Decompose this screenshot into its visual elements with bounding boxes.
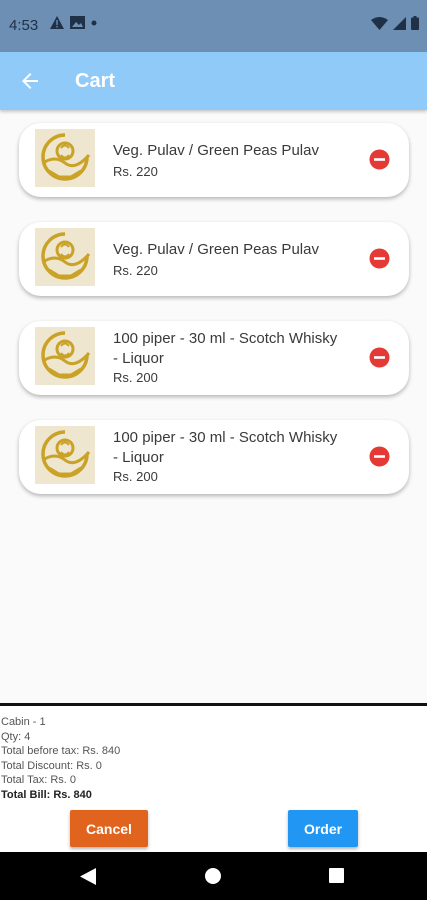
item-name: Veg. Pulav / Green Peas Pulav [113, 241, 319, 258]
item-name: 100 piper - 30 ml - Scotch Whisky - Liqu… [113, 330, 338, 367]
summary-total-bill: Total Bill: Rs. 840 [1, 788, 92, 801]
image-icon [70, 16, 85, 29]
battery-icon [411, 16, 419, 30]
cart-item[interactable]: Veg. Pulav / Green Peas Pulav Rs. 220 [19, 222, 409, 296]
status-system-icons [371, 16, 419, 30]
page-title: Cart [75, 70, 116, 92]
nav-back-icon[interactable] [80, 868, 96, 885]
status-time: 4:53 [9, 17, 39, 34]
remove-circle-icon[interactable] [369, 347, 390, 368]
item-thumbnail [35, 426, 95, 484]
wifi-icon [371, 16, 388, 30]
remove-circle-icon[interactable] [369, 248, 390, 269]
summary-qty: Qty: 4 [1, 730, 31, 743]
cart-item[interactable]: 100 piper - 30 ml - Scotch Whisky - Liqu… [19, 420, 409, 494]
rupee-logo-icon [41, 430, 91, 478]
rupee-logo-icon [41, 133, 91, 181]
cart-item[interactable]: 100 piper - 30 ml - Scotch Whisky - Liqu… [19, 321, 409, 395]
signal-icon [393, 16, 406, 30]
cart-item[interactable]: Veg. Pulav / Green Peas Pulav Rs. 220 [19, 123, 409, 197]
item-thumbnail [35, 327, 95, 385]
nav-recents-icon[interactable] [329, 868, 344, 883]
nav-home-icon[interactable] [205, 868, 221, 884]
summary-total-tax: Total Tax: Rs. 0 [1, 774, 76, 787]
item-price: Rs. 220 [113, 263, 158, 278]
rupee-logo-icon [41, 331, 91, 379]
item-thumbnail [35, 228, 95, 286]
cancel-button[interactable]: Cancel [70, 810, 148, 847]
summary-total-before-tax: Total before tax: Rs. 840 [1, 745, 121, 758]
summary-total-discount: Total Discount: Rs. 0 [1, 759, 102, 772]
back-arrow-icon[interactable] [18, 69, 42, 93]
status-bar: 4:53 [0, 0, 427, 52]
item-name: 100 piper - 30 ml - Scotch Whisky - Liqu… [113, 429, 338, 466]
item-price: Rs. 220 [113, 164, 158, 179]
app-bar: Cart [0, 52, 427, 110]
status-notification-icons [50, 16, 97, 29]
item-price: Rs. 200 [113, 469, 158, 484]
order-button[interactable]: Order [288, 810, 358, 847]
order-summary: Cabin - 1 Qty: 4 Total before tax: Rs. 8… [0, 703, 427, 855]
dot-icon [91, 20, 97, 25]
system-nav-bar [0, 852, 427, 900]
summary-lines: Cabin - 1 Qty: 4 Total before tax: Rs. 8… [1, 715, 120, 803]
item-name: Veg. Pulav / Green Peas Pulav [113, 142, 319, 159]
item-price: Rs. 200 [113, 370, 158, 385]
item-thumbnail [35, 129, 95, 187]
remove-circle-icon[interactable] [369, 149, 390, 170]
warning-icon [50, 16, 64, 29]
remove-circle-icon[interactable] [369, 446, 390, 467]
summary-cabin: Cabin - 1 [1, 716, 46, 728]
rupee-logo-icon [41, 232, 91, 280]
